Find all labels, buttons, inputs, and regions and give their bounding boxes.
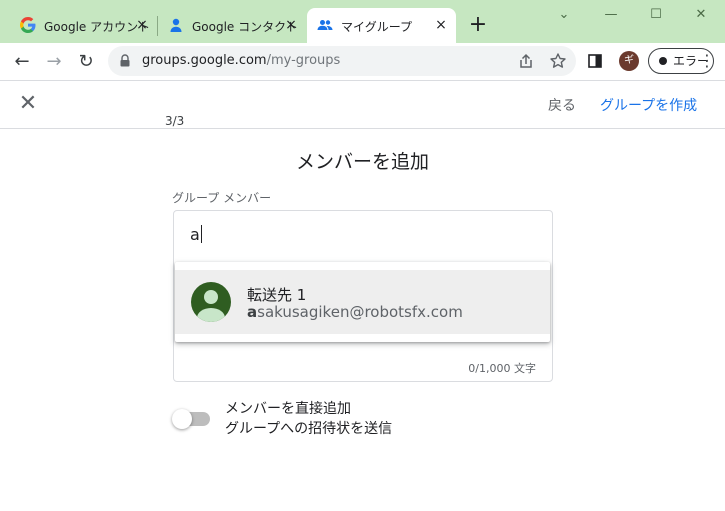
character-counter: 0/1,000 文字: [468, 362, 536, 375]
contacts-icon: [170, 18, 182, 32]
close-icon[interactable]: ✕: [17, 93, 39, 115]
groups-icon: [317, 20, 333, 30]
url-path: /my-groups: [266, 53, 341, 68]
back-arrow-icon[interactable]: ←: [9, 49, 35, 75]
side-panel-icon[interactable]: [588, 54, 602, 68]
tab-strip: Google アカウント × Google コンタクト × マイグループ × +…: [0, 0, 725, 43]
url-text: groups.google.com/my-groups: [142, 53, 340, 68]
tab-google-account[interactable]: Google アカウント ×: [10, 8, 157, 43]
forward-arrow-icon[interactable]: →: [41, 49, 67, 75]
tab-close-icon[interactable]: ×: [432, 16, 450, 34]
url-host: groups.google.com: [142, 53, 267, 68]
new-tab-button[interactable]: +: [466, 14, 490, 38]
google-g-icon: [20, 17, 36, 33]
suggestion-name: 転送先 1: [247, 286, 307, 304]
member-input-value: a: [190, 225, 200, 244]
member-input-text[interactable]: a: [190, 225, 202, 244]
suggestion-email: asakusagiken@robotsfx.com: [247, 303, 463, 321]
toggle-knob: [172, 409, 192, 429]
page-title: メンバーを追加: [295, 151, 429, 173]
lock-icon: [120, 54, 130, 67]
bookmark-star-icon[interactable]: [548, 51, 568, 71]
step-indicator: 3/3: [165, 114, 185, 128]
suggestion-email-match: a: [247, 303, 258, 321]
suggestion-email-rest: sakusagiken@robotsfx.com: [257, 303, 463, 321]
person-icon: [197, 290, 225, 322]
contact-avatar-icon: [191, 282, 231, 322]
minimize-icon[interactable]: —: [596, 3, 626, 27]
profile-avatar[interactable]: ギ: [619, 51, 639, 71]
toggle-label-send-invite: グループへの招待状を送信: [225, 421, 393, 437]
suggestion-item[interactable]: 転送先 1 asakusagiken@robotsfx.com: [175, 270, 550, 334]
tab-close-icon[interactable]: ×: [282, 16, 300, 34]
window-close-icon[interactable]: ✕: [686, 3, 716, 27]
address-bar[interactable]: groups.google.com/my-groups: [108, 46, 576, 76]
reload-icon[interactable]: ↻: [73, 49, 99, 75]
toggle-label-direct-add: メンバーを直接追加: [225, 401, 351, 417]
tab-google-contacts[interactable]: Google コンタクト ×: [158, 8, 306, 43]
tab-my-groups[interactable]: マイグループ ×: [307, 8, 456, 43]
share-icon[interactable]: [516, 51, 536, 71]
page-header: ✕ 戻る グループを作成: [0, 81, 725, 129]
error-dot-icon: [659, 57, 667, 65]
tab-title: マイグループ: [341, 20, 413, 34]
tab-search-chevron-icon[interactable]: ⌄: [549, 3, 579, 27]
group-members-label: グループ メンバー: [172, 191, 272, 205]
browser-toolbar: ← → ↻ groups.google.com/my-groups ギ エラー …: [0, 43, 725, 81]
maximize-icon[interactable]: ☐: [641, 3, 671, 27]
text-caret: [200, 225, 202, 243]
add-members-directly-toggle[interactable]: [172, 407, 212, 429]
kebab-menu-icon[interactable]: ⋮: [699, 52, 715, 70]
create-group-button[interactable]: グループを作成: [600, 95, 697, 115]
tab-close-icon[interactable]: ×: [133, 16, 151, 34]
autocomplete-dropdown: 転送先 1 asakusagiken@robotsfx.com: [175, 262, 550, 342]
back-button[interactable]: 戻る: [548, 95, 576, 115]
